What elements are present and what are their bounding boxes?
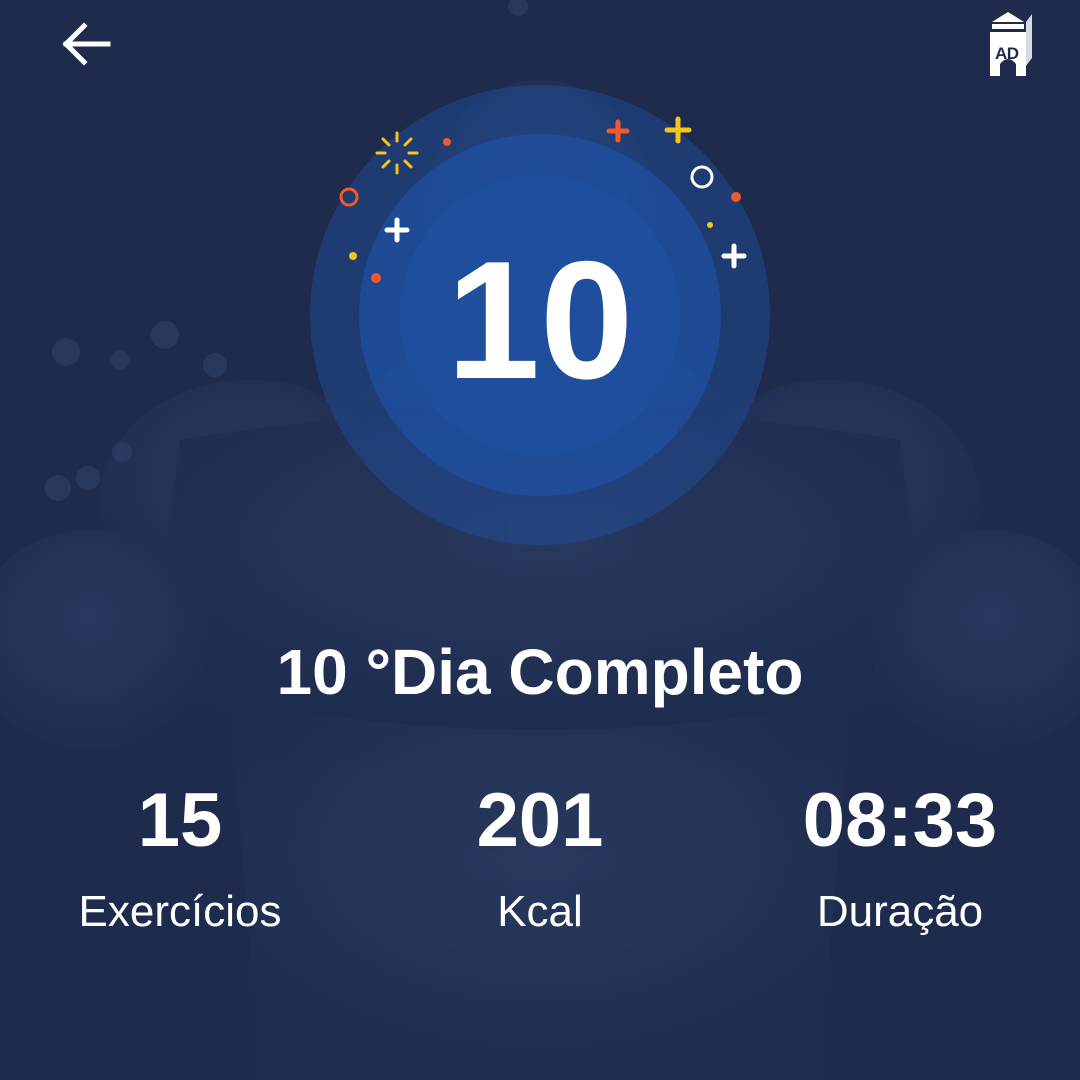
stat-duration-value: 08:33: [802, 778, 998, 863]
back-button[interactable]: [52, 16, 116, 72]
remove-ads-button[interactable]: AD: [980, 8, 1044, 80]
ad-label: AD: [995, 44, 1019, 63]
stat-duration: 08:33 Duração: [750, 776, 1050, 938]
completion-title: 10 °Dia Completo: [276, 636, 804, 708]
stat-exercises-value: 15: [137, 778, 223, 863]
stat-exercises-label: Exercícios: [78, 887, 282, 936]
stat-duration-label: Duração: [816, 887, 984, 936]
stat-exercises: 15 Exercícios: [30, 776, 330, 938]
arrow-left-icon: [62, 22, 111, 66]
day-badge: 10: [310, 85, 770, 545]
stat-kcal: 201 Kcal: [390, 776, 690, 938]
stat-kcal-label: Kcal: [497, 887, 583, 936]
stat-kcal-value: 201: [476, 778, 604, 863]
badge-day-number: 10: [446, 226, 634, 414]
